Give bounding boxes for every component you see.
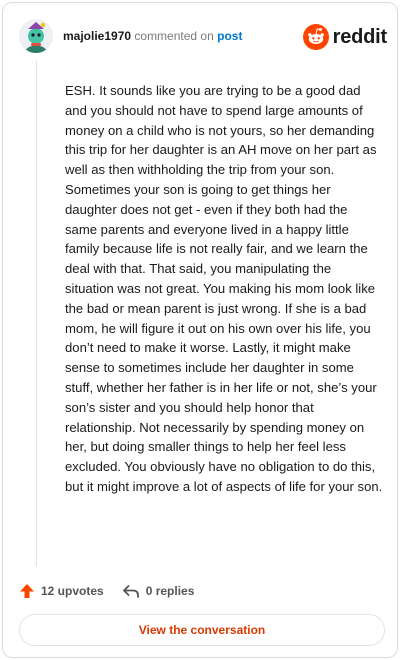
comment-header: majolie1970 commented on post reddit bbox=[19, 19, 387, 55]
view-conversation-button[interactable]: View the conversation bbox=[19, 614, 385, 646]
comment-body: ESH. It sounds like you are trying to be… bbox=[65, 83, 383, 494]
reply-stat[interactable]: 0 replies bbox=[122, 583, 195, 599]
reddit-snoo-logo-icon bbox=[302, 24, 329, 50]
commented-on-text: commented on bbox=[134, 29, 214, 43]
user-avatar[interactable] bbox=[19, 19, 53, 53]
upvote-stat[interactable]: 12 upvotes bbox=[19, 583, 104, 599]
snoo-avatar-icon bbox=[19, 19, 53, 53]
upvote-count: 12 upvotes bbox=[41, 584, 104, 598]
reddit-wordmark: reddit bbox=[332, 25, 388, 48]
reply-arrow-icon bbox=[122, 585, 139, 598]
username-link[interactable]: majolie1970 bbox=[63, 29, 131, 43]
reddit-brand[interactable]: reddit bbox=[302, 23, 388, 51]
thread-line[interactable] bbox=[36, 61, 37, 566]
upvote-arrow-icon bbox=[20, 584, 34, 598]
comment-meta: majolie1970 commented on post bbox=[63, 29, 242, 43]
post-link[interactable]: post bbox=[217, 29, 242, 43]
comment-footer: 12 upvotes 0 replies bbox=[19, 579, 194, 603]
comment-card: majolie1970 commented on post reddit ESH… bbox=[2, 2, 398, 658]
reply-count: 0 replies bbox=[145, 584, 195, 598]
